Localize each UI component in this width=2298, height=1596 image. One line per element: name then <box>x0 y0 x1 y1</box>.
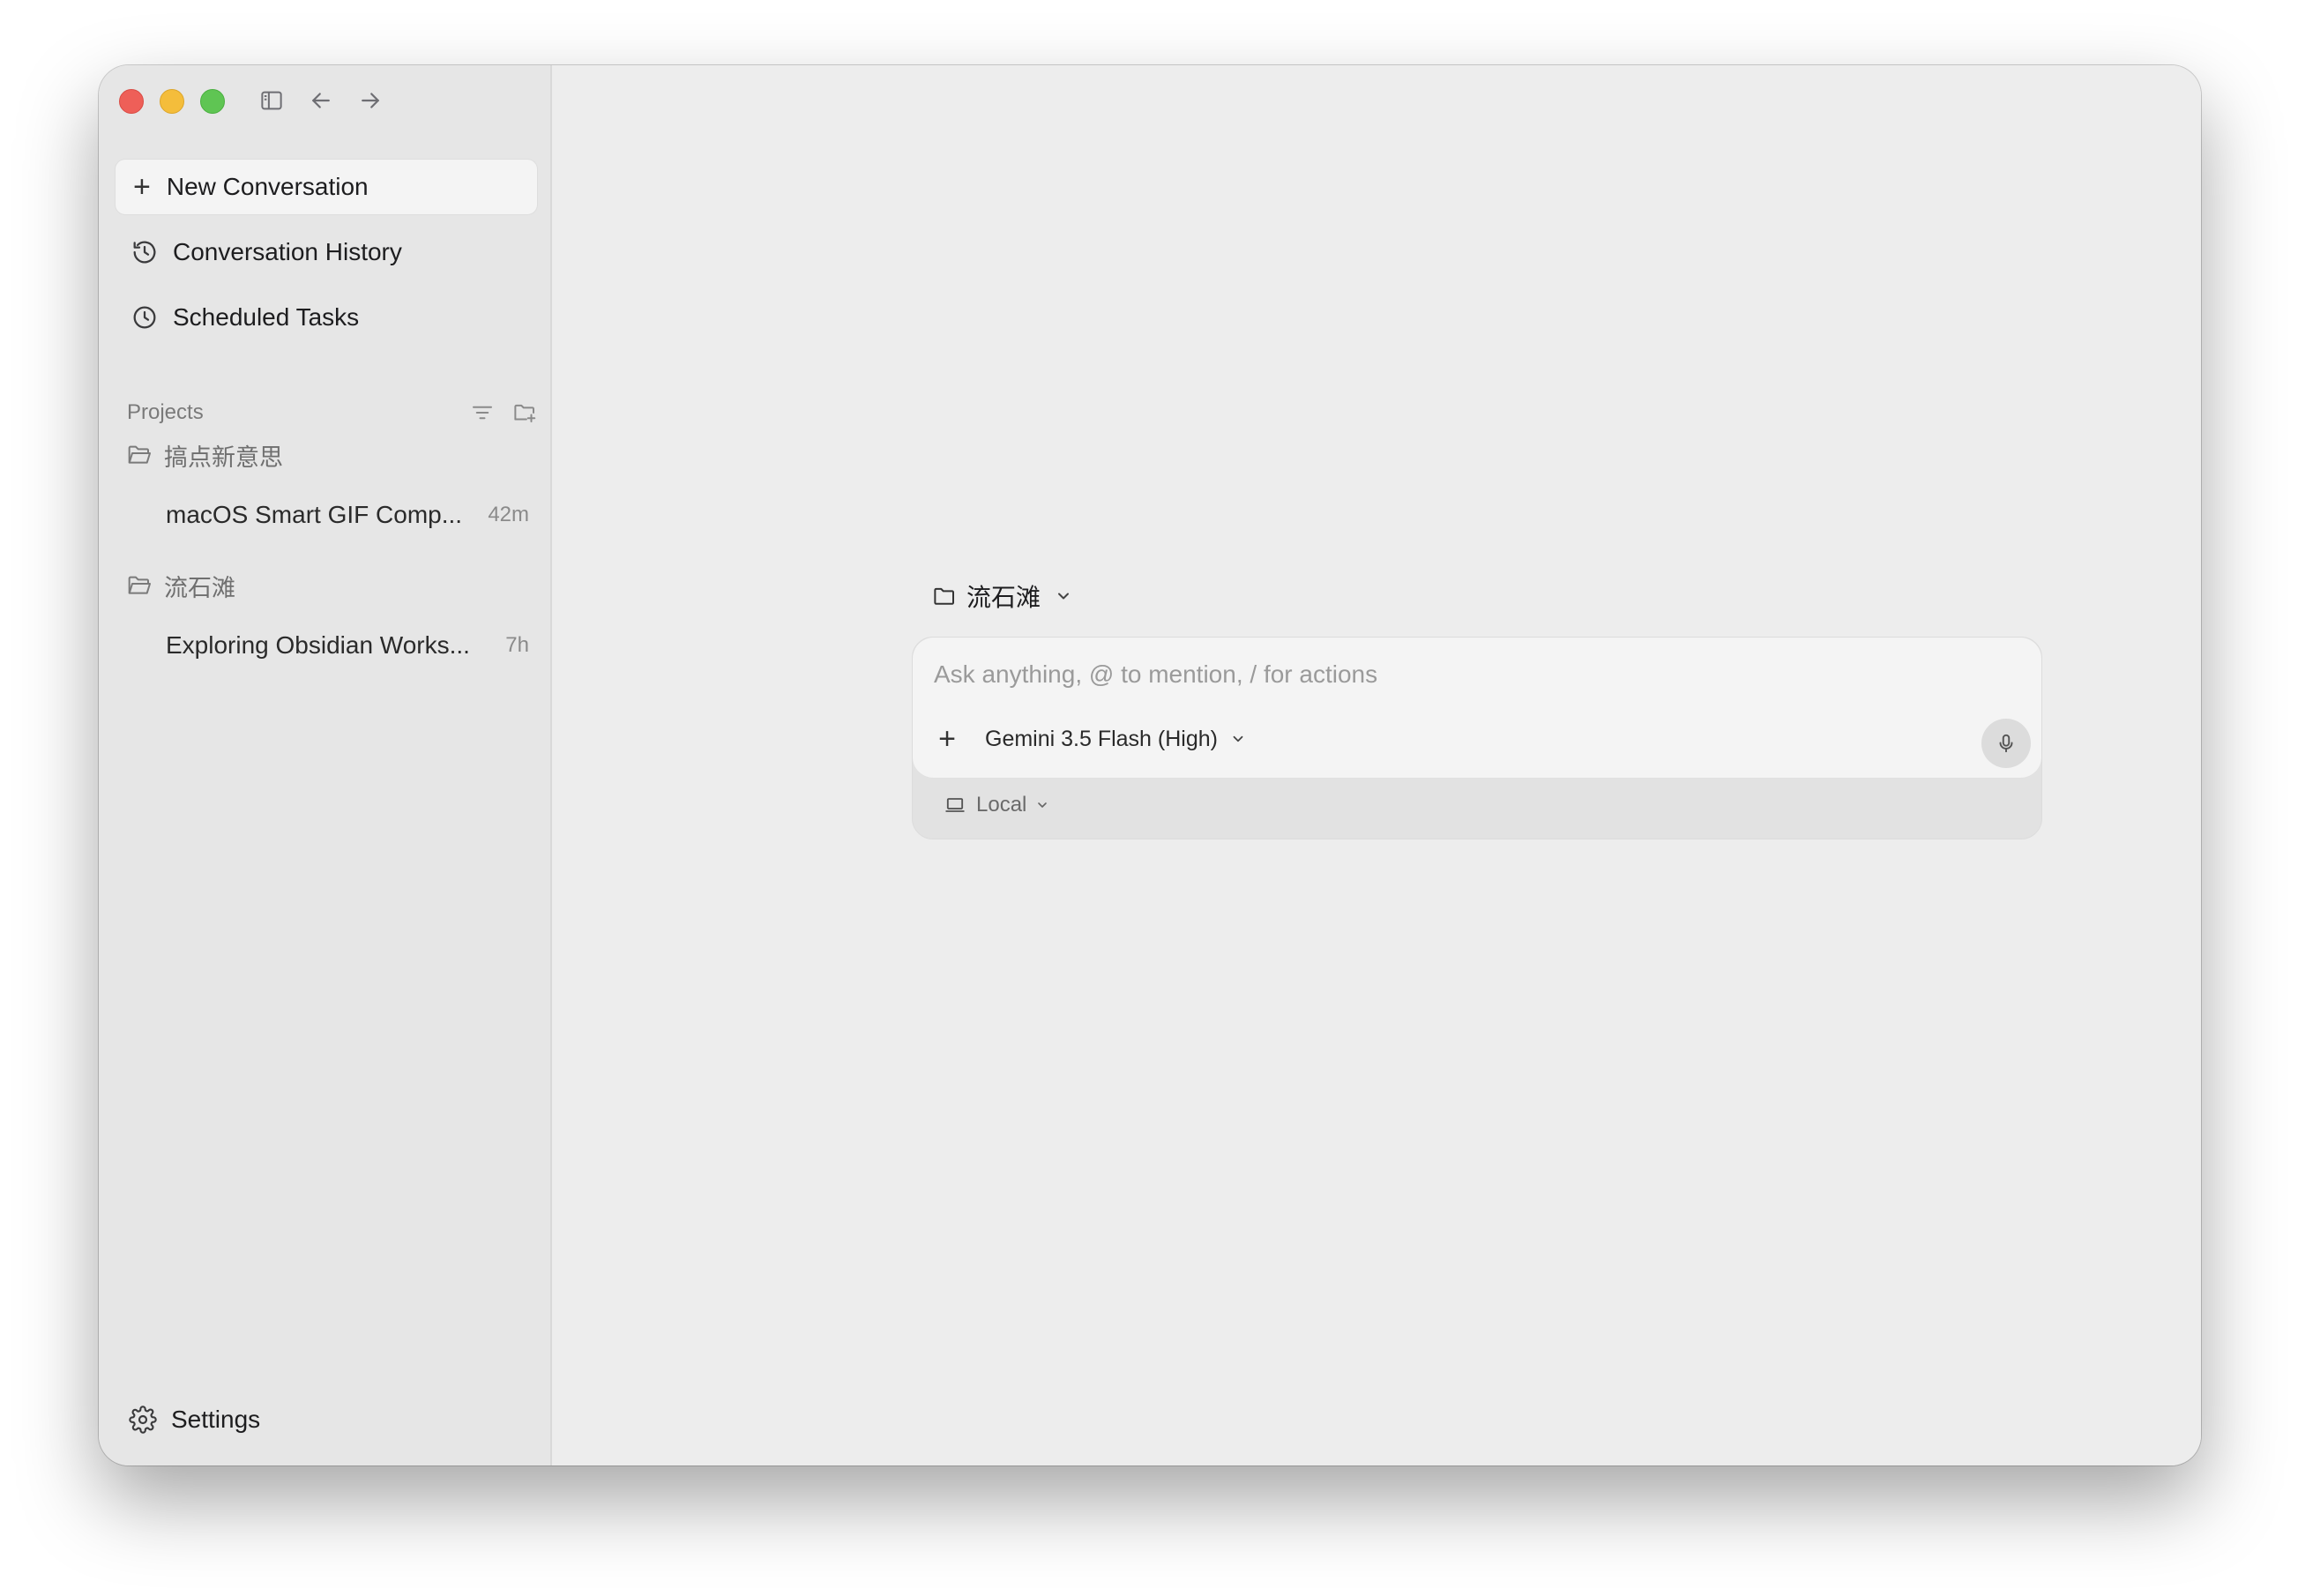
chevron-down-icon <box>1038 802 1048 808</box>
folder-icon <box>934 587 954 605</box>
new-conversation-button[interactable]: + New Conversation <box>115 159 538 215</box>
gear-icon <box>129 1406 157 1434</box>
back-button[interactable] <box>305 85 337 116</box>
history-icon <box>133 241 156 264</box>
sidebar-icon <box>261 91 282 110</box>
chevron-down-icon <box>1233 735 1243 742</box>
project-name: 流石滩 <box>164 574 235 601</box>
new-folder-icon[interactable] <box>511 399 538 426</box>
model-name: Gemini 3.5 Flash (High) <box>985 726 1218 751</box>
arrow-right-icon <box>362 93 379 108</box>
nav-label: Scheduled Tasks <box>173 303 360 331</box>
conversation-title: macOS Smart GIF Comp... <box>166 501 463 528</box>
conversation-title: Exploring Obsidian Works... <box>166 631 470 659</box>
settings-label: Settings <box>171 1406 261 1433</box>
project-folder[interactable]: 流石滩 <box>125 564 540 607</box>
main-panel: 流石滩 + Gemini 3.5 Flash (High) L <box>552 65 2201 1465</box>
project-folder[interactable]: 搞点新意思 <box>125 434 540 476</box>
conversation-item[interactable]: Exploring Obsidian Works... 7h <box>166 624 536 667</box>
prompt-input[interactable] <box>934 660 2020 689</box>
workspace-name: 流石滩 <box>966 584 1041 611</box>
zoom-window-button[interactable] <box>200 89 225 114</box>
laptop-icon <box>945 798 965 812</box>
composer-box: + Gemini 3.5 Flash (High) <box>913 638 2041 779</box>
arrow-left-icon <box>312 93 330 108</box>
app-window: + New Conversation Conversation History … <box>99 65 2201 1465</box>
environment-name: Local <box>976 793 1027 817</box>
chevron-down-icon <box>1058 593 1070 600</box>
microphone-icon <box>1999 734 2013 753</box>
environment-selector[interactable]: Local <box>943 793 1049 817</box>
new-conversation-label: New Conversation <box>166 173 369 200</box>
projects-header: Projects <box>127 395 541 430</box>
nav-label: Conversation History <box>173 238 402 265</box>
filter-icon[interactable] <box>469 399 496 426</box>
close-window-button[interactable] <box>119 89 144 114</box>
folder-open-icon <box>128 576 151 594</box>
model-selector[interactable]: Gemini 3.5 Flash (High) <box>985 727 1246 752</box>
nav-scheduled-tasks[interactable]: Scheduled Tasks <box>115 289 538 346</box>
clock-icon <box>133 306 156 329</box>
forward-button[interactable] <box>354 85 386 116</box>
project-name: 搞点新意思 <box>164 444 283 471</box>
window-controls <box>119 89 225 114</box>
toolbar <box>256 85 386 116</box>
conversation-age: 7h <box>505 633 529 657</box>
composer: + Gemini 3.5 Flash (High) Local <box>912 637 2042 839</box>
plus-icon: + <box>133 170 151 204</box>
minimize-window-button[interactable] <box>160 89 184 114</box>
projects-label: Projects <box>127 400 204 424</box>
conversation-age: 42m <box>488 503 529 526</box>
nav-conversation-history[interactable]: Conversation History <box>115 224 538 280</box>
workspace-picker[interactable]: 流石滩 <box>931 578 1072 614</box>
composer-actions: + Gemini 3.5 Flash (High) <box>934 724 1246 754</box>
add-attachment-button[interactable]: + <box>934 724 960 754</box>
settings-button[interactable]: Settings <box>129 1406 260 1434</box>
sidebar: + New Conversation Conversation History … <box>99 65 552 1465</box>
sidebar-toggle-button[interactable] <box>256 85 287 116</box>
microphone-button[interactable] <box>1981 719 2031 768</box>
folder-open-icon <box>128 445 151 464</box>
conversation-item[interactable]: macOS Smart GIF Comp... 42m <box>166 494 536 536</box>
